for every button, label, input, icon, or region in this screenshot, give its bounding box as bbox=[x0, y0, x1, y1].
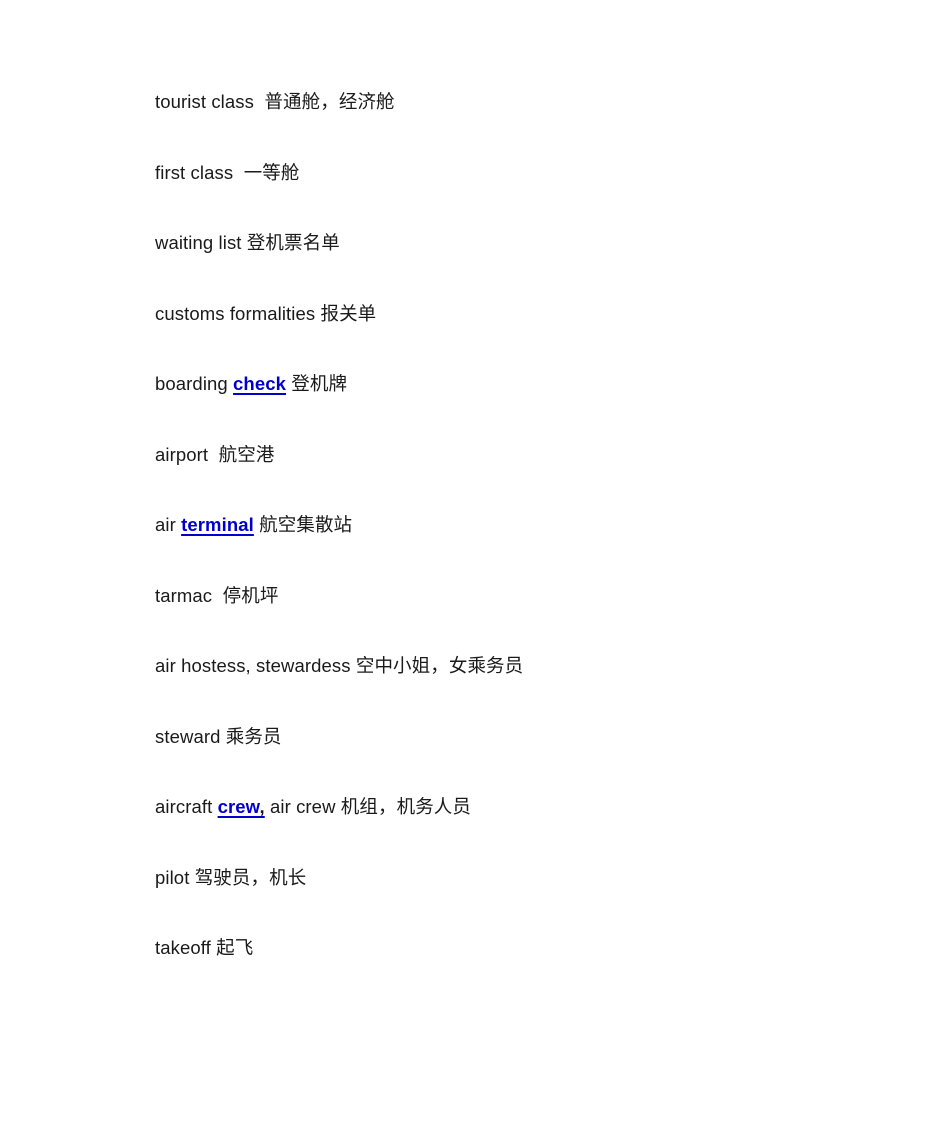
term-chinese: 驾驶员，机长 bbox=[194, 866, 307, 888]
term-chinese: 起飞 bbox=[216, 937, 254, 958]
term-separator bbox=[212, 585, 222, 606]
term-link[interactable]: terminal bbox=[181, 514, 254, 535]
term-link-label: check bbox=[233, 373, 287, 394]
term-chinese: 乘务员 bbox=[225, 725, 282, 747]
term-chinese: 登机牌 bbox=[291, 373, 348, 394]
vocabulary-entry: airport 航空港 bbox=[155, 443, 905, 467]
term-chinese: 一等舱 bbox=[243, 161, 300, 183]
term-english: takeoff bbox=[155, 937, 211, 958]
vocabulary-entry: steward 乘务员 bbox=[155, 725, 905, 749]
term-chinese: 登机票名单 bbox=[246, 232, 340, 253]
term-link[interactable]: check bbox=[233, 373, 286, 394]
vocabulary-entry: first class 一等舱 bbox=[155, 161, 905, 185]
term-english: tourist class bbox=[155, 91, 254, 112]
term-chinese: 空中小姐，女乘务员 bbox=[355, 655, 524, 676]
term-english: customs formalities bbox=[155, 302, 316, 324]
term-link[interactable]: crew, bbox=[218, 796, 265, 817]
term-separator bbox=[254, 91, 264, 112]
term-chinese: 报关单 bbox=[320, 302, 377, 324]
term-chinese: 普通舱，经济舱 bbox=[264, 91, 395, 112]
vocabulary-entry: waiting list 登机票名单 bbox=[155, 231, 905, 255]
term-english: pilot bbox=[155, 866, 190, 888]
vocabulary-entry-list: tourist class 普通舱，经济舱 first class 一等舱 wait… bbox=[155, 90, 905, 960]
term-separator bbox=[233, 162, 243, 183]
term-separator bbox=[208, 444, 218, 465]
term-english: airport bbox=[155, 443, 209, 465]
vocabulary-entry: tourist class 普通舱，经济舱 bbox=[155, 90, 905, 114]
term-english: boarding bbox=[155, 373, 234, 394]
vocabulary-entry: air hostess, stewardess 空中小姐，女乘务员 bbox=[155, 654, 905, 678]
term-chinese: 停机坪 bbox=[222, 584, 279, 606]
term-link-label: terminal bbox=[181, 514, 254, 535]
vocabulary-entry: aircraft crew, air crew 机组，机务人员 bbox=[155, 795, 905, 819]
term-chinese: 航空港 bbox=[218, 443, 275, 465]
term-english: waiting list bbox=[155, 232, 242, 253]
vocabulary-entry: customs formalities 报关单 bbox=[155, 302, 905, 326]
term-english: aircraft bbox=[155, 796, 218, 817]
term-english: air bbox=[155, 514, 182, 535]
term-english: first class bbox=[155, 161, 234, 183]
vocabulary-entry: tarmac 停机坪 bbox=[155, 584, 905, 608]
term-link-label: crew bbox=[217, 796, 260, 817]
vocabulary-entry: air terminal 航空集散站 bbox=[155, 513, 905, 537]
term-chinese: 航空集散站 bbox=[259, 514, 353, 535]
vocabulary-entry: takeoff 起飞 bbox=[155, 936, 905, 960]
term-chinese: 机组，机务人员 bbox=[340, 796, 471, 817]
term-english-continued: air crew bbox=[264, 796, 336, 817]
document-page: tourist class 普通舱，经济舱 first class 一等舱 wait… bbox=[0, 0, 945, 1123]
term-english: air hostess, stewardess bbox=[155, 655, 351, 676]
vocabulary-entry: pilot 驾驶员，机长 bbox=[155, 866, 905, 890]
term-english: tarmac bbox=[155, 584, 213, 606]
term-english: steward bbox=[155, 725, 221, 747]
vocabulary-entry: boarding check 登机牌 bbox=[155, 372, 905, 396]
